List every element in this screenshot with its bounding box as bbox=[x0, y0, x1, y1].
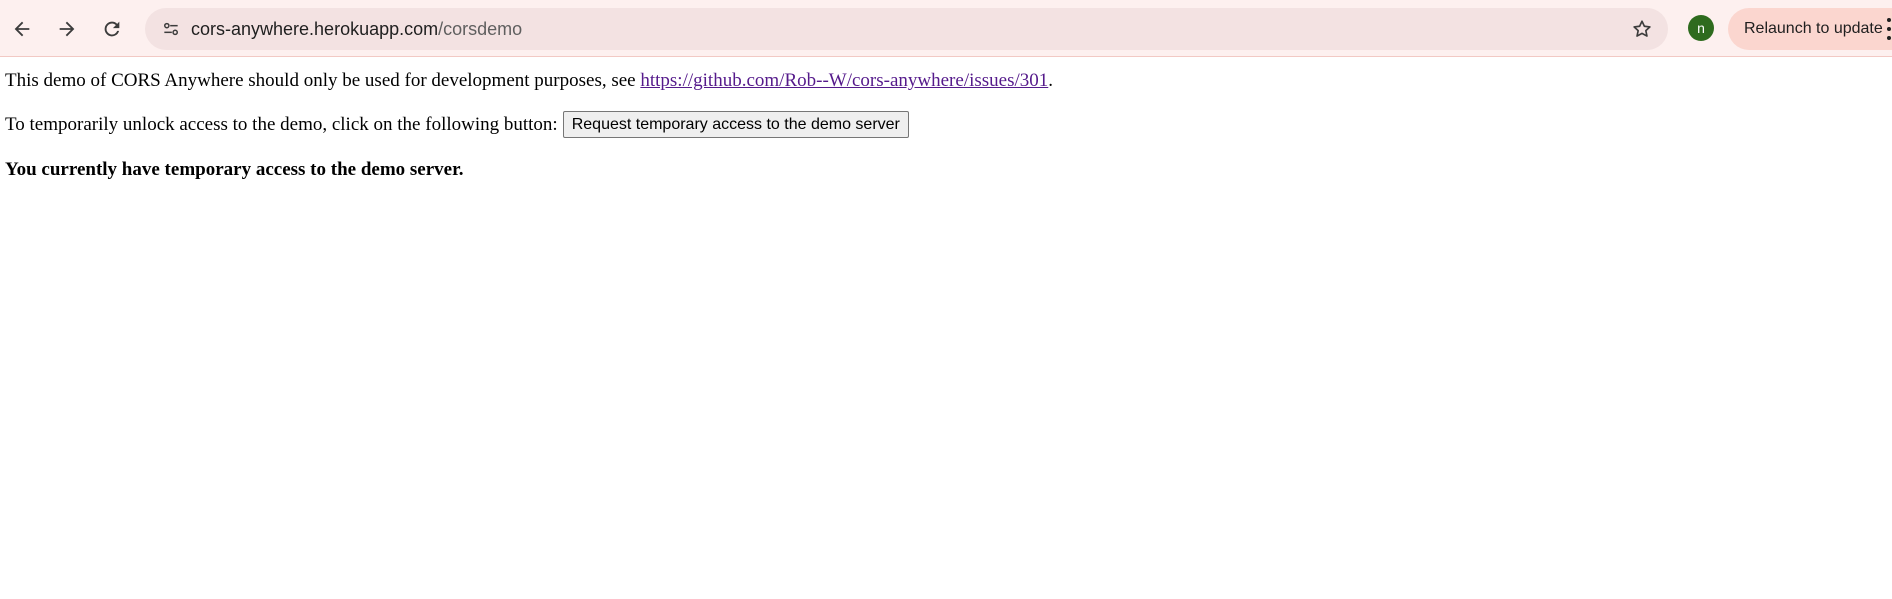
back-button[interactable] bbox=[3, 10, 41, 48]
back-arrow-icon bbox=[14, 21, 30, 37]
url-path: /corsdemo bbox=[438, 19, 523, 39]
intro-text: This demo of CORS Anywhere should only b… bbox=[5, 70, 641, 91]
unlock-text: To temporarily unlock access to the demo… bbox=[5, 113, 558, 135]
browser-toolbar: cors-anywhere.herokuapp.com/corsdemo n R… bbox=[0, 0, 1892, 57]
issue-link[interactable]: https://github.com/Rob--W/cors-anywhere/… bbox=[640, 70, 1048, 91]
relaunch-button[interactable]: Relaunch to update bbox=[1728, 8, 1892, 50]
profile-avatar[interactable]: n bbox=[1688, 15, 1714, 41]
reload-button[interactable] bbox=[93, 10, 131, 48]
forward-arrow-icon bbox=[59, 21, 75, 37]
bookmark-star-icon bbox=[1633, 20, 1651, 37]
request-access-button[interactable]: Request temporary access to the demo ser… bbox=[562, 111, 909, 138]
address-bar[interactable]: cors-anywhere.herokuapp.com/corsdemo bbox=[145, 8, 1668, 50]
access-status: You currently have temporary access to t… bbox=[5, 159, 464, 180]
site-info-button[interactable] bbox=[155, 13, 187, 45]
intro-paragraph: This demo of CORS Anywhere should only b… bbox=[5, 70, 1053, 92]
unlock-paragraph: To temporarily unlock access to the demo… bbox=[5, 111, 909, 138]
more-menu-icon[interactable] bbox=[1886, 18, 1892, 40]
url-host: cors-anywhere.herokuapp.com bbox=[191, 19, 439, 39]
intro-end: . bbox=[1048, 70, 1054, 91]
forward-button[interactable] bbox=[48, 10, 86, 48]
site-info-icon bbox=[164, 22, 178, 36]
bookmark-button[interactable] bbox=[1626, 13, 1658, 45]
reload-icon bbox=[104, 21, 120, 37]
url-text[interactable]: cors-anywhere.herokuapp.com/corsdemo bbox=[191, 19, 522, 40]
